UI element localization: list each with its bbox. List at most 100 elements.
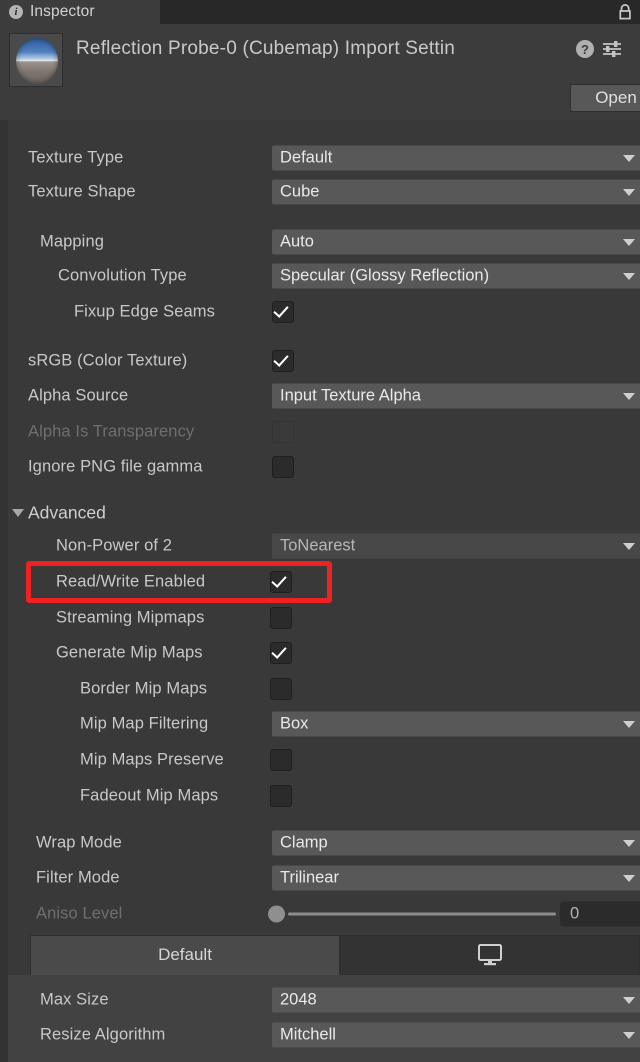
chevron-down-icon (623, 874, 635, 882)
chevron-down-icon (623, 839, 635, 847)
aniso-level-slider-handle[interactable] (268, 905, 285, 923)
property-label: Convolution Type (58, 266, 187, 285)
dropdown-value: Auto (280, 232, 314, 251)
property-row-srgb[interactable]: sRGB (Color Texture) (0, 348, 640, 374)
chevron-down-icon (623, 1031, 635, 1039)
property-label: Fixup Edge Seams (74, 302, 216, 321)
lock-icon[interactable] (617, 3, 634, 21)
ignore-png-gamma-checkbox[interactable] (272, 456, 294, 478)
property-label: Read/Write Enabled (56, 572, 206, 591)
property-label: Mapping (40, 232, 104, 251)
editor-tab-bar: i Inspector (0, 0, 640, 24)
info-icon: i (9, 5, 23, 19)
checkmark-icon (273, 302, 289, 318)
read-write-enabled-checkbox[interactable] (270, 571, 292, 593)
property-label: Max Size (40, 990, 109, 1009)
property-row-wrap-mode[interactable]: Wrap Mode Clamp (0, 830, 640, 856)
property-row-convolution-type[interactable]: Convolution Type Specular (Glossy Reflec… (0, 263, 640, 289)
monitor-icon (477, 943, 503, 967)
max-size-dropdown[interactable]: 2048 (272, 987, 640, 1013)
property-row-read-write-enabled[interactable]: Read/Write Enabled (0, 569, 640, 595)
mip-map-filtering-dropdown[interactable]: Box (272, 711, 640, 737)
property-label: sRGB (Color Texture) (28, 351, 188, 370)
property-label: Ignore PNG file gamma (28, 457, 203, 476)
property-row-filter-mode[interactable]: Filter Mode Trilinear (0, 865, 640, 891)
property-row-alpha-source[interactable]: Alpha Source Input Texture Alpha (0, 383, 640, 409)
texture-type-dropdown[interactable]: Default (272, 145, 640, 171)
convolution-type-dropdown[interactable]: Specular (Glossy Reflection) (272, 263, 640, 289)
preset-settings-icon[interactable] (602, 40, 622, 58)
property-label: Texture Shape (28, 182, 136, 201)
aniso-level-value-field[interactable]: 0 (560, 901, 640, 927)
property-row-alpha-is-transparency: Alpha Is Transparency (0, 419, 640, 445)
tab-inspector[interactable]: i Inspector (0, 0, 160, 24)
property-label: Non-Power of 2 (56, 536, 173, 555)
property-row-streaming-mipmaps[interactable]: Streaming Mipmaps (0, 605, 640, 631)
non-power-of-2-dropdown: ToNearest (272, 533, 640, 559)
property-label: Alpha Source (28, 386, 129, 405)
cubemap-preview-thumbnail[interactable] (9, 33, 63, 87)
property-row-mip-map-filtering[interactable]: Mip Map Filtering Box (0, 711, 640, 737)
help-icon[interactable]: ? (576, 40, 594, 58)
filter-mode-dropdown[interactable]: Trilinear (272, 865, 640, 891)
dropdown-value: Mitchell (280, 1025, 336, 1044)
dropdown-value: ToNearest (280, 536, 356, 555)
page-title: Reflection Probe-0 (Cubemap) Import Sett… (76, 38, 456, 59)
advanced-foldout[interactable]: Advanced (0, 498, 640, 528)
alpha-is-transparency-checkbox (272, 421, 294, 443)
property-row-ignore-png-gamma[interactable]: Ignore PNG file gamma (0, 454, 640, 480)
platform-tab-standalone[interactable] (340, 935, 640, 975)
chevron-down-icon (623, 238, 635, 246)
property-row-aniso-level: Aniso Level 0 (0, 901, 640, 927)
reflection-probe-sphere (16, 38, 58, 84)
property-row-generate-mip-maps[interactable]: Generate Mip Maps (0, 640, 640, 666)
chevron-down-icon (623, 188, 635, 196)
dropdown-value: Trilinear (280, 868, 339, 887)
property-label: Alpha Is Transparency (28, 422, 195, 441)
mapping-dropdown[interactable]: Auto (272, 229, 640, 255)
dropdown-value: Input Texture Alpha (280, 386, 421, 405)
srgb-checkbox[interactable] (272, 350, 294, 372)
border-mip-maps-checkbox[interactable] (270, 678, 292, 700)
property-row-fadeout-mip-maps[interactable]: Fadeout Mip Maps (0, 783, 640, 809)
alpha-source-dropdown[interactable]: Input Texture Alpha (272, 383, 640, 409)
resize-algorithm-dropdown[interactable]: Mitchell (272, 1022, 640, 1048)
property-label: Border Mip Maps (80, 679, 208, 698)
property-label: Filter Mode (36, 868, 120, 887)
property-row-fixup-edge-seams[interactable]: Fixup Edge Seams (0, 299, 640, 325)
triangle-down-icon (12, 509, 24, 517)
texture-shape-dropdown[interactable]: Cube (272, 179, 640, 205)
platform-tab-label: Default (158, 945, 212, 964)
property-row-border-mip-maps[interactable]: Border Mip Maps (0, 676, 640, 702)
open-button[interactable]: Open (570, 84, 640, 112)
property-row-max-size[interactable]: Max Size 2048 (8, 987, 640, 1013)
property-row-resize-algorithm[interactable]: Resize Algorithm Mitchell (8, 1022, 640, 1048)
streaming-mipmaps-checkbox[interactable] (270, 607, 292, 629)
property-row-texture-type[interactable]: Texture Type Default (0, 145, 640, 171)
property-row-mip-maps-preserve[interactable]: Mip Maps Preserve (0, 747, 640, 773)
dropdown-value: Default (280, 148, 333, 167)
generate-mip-maps-checkbox[interactable] (270, 642, 292, 664)
property-row-non-power-of-2[interactable]: Non-Power of 2 ToNearest (0, 533, 640, 559)
mip-maps-preserve-checkbox[interactable] (270, 749, 292, 771)
property-label: Aniso Level (36, 904, 123, 923)
wrap-mode-dropdown[interactable]: Clamp (272, 830, 640, 856)
chevron-down-icon (623, 272, 635, 280)
checkmark-icon (271, 643, 287, 659)
chevron-down-icon (623, 154, 635, 162)
fadeout-mip-maps-checkbox[interactable] (270, 785, 292, 807)
chevron-down-icon (623, 392, 635, 400)
dropdown-value: Cube (280, 182, 320, 201)
checkmark-icon (271, 572, 287, 588)
property-label: Mip Map Filtering (80, 714, 209, 733)
aniso-level-slider-track[interactable] (288, 912, 556, 916)
object-header: Reflection Probe-0 (Cubemap) Import Sett… (0, 24, 640, 120)
property-label: Resize Algorithm (40, 1025, 166, 1044)
platform-tab-default[interactable]: Default (30, 935, 340, 975)
property-row-mapping[interactable]: Mapping Auto (0, 229, 640, 255)
property-row-texture-shape[interactable]: Texture Shape Cube (0, 179, 640, 205)
property-label: Texture Type (28, 148, 124, 167)
fixup-edge-seams-checkbox[interactable] (272, 301, 294, 323)
dropdown-value: 2048 (280, 990, 317, 1009)
inspector-body: Texture Type Default Texture Shape Cube … (0, 120, 640, 1062)
